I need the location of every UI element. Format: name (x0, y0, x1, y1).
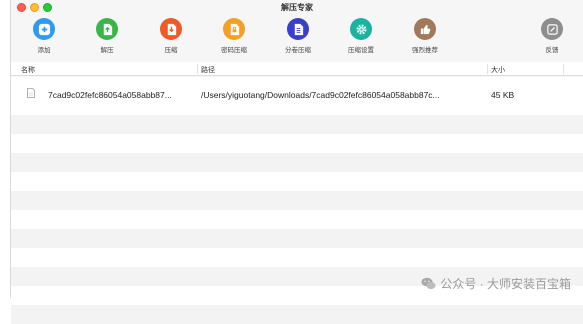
extract-button[interactable]: 解压 (85, 18, 129, 54)
file-list: 7cad9c02fefc86054a058abb87... /Users/yig… (11, 77, 583, 324)
recommend-label: 强烈推荐 (412, 47, 438, 54)
empty-row (11, 172, 583, 191)
thumbs-up-icon (414, 18, 436, 40)
column-header-size[interactable]: 大小 (491, 65, 505, 75)
compress-settings-label: 压缩设置 (348, 47, 374, 54)
table-row[interactable]: 7cad9c02fefc86054a058abb87... /Users/yig… (11, 77, 583, 115)
recommend-button[interactable]: 强烈推荐 (403, 18, 447, 54)
file-path: /Users/yiguotang/Downloads/7cad9c02fefc8… (201, 90, 440, 100)
split-icon (287, 18, 309, 40)
compress-icon (160, 18, 182, 40)
empty-row (11, 153, 583, 172)
column-divider[interactable] (487, 64, 488, 74)
window-title: 解压专家 (281, 3, 313, 12)
lock-icon (223, 18, 245, 40)
split-compress-button[interactable]: 分卷压缩 (276, 18, 320, 54)
column-header-path[interactable]: 路径 (201, 65, 215, 75)
split-compress-label: 分卷压缩 (285, 47, 311, 54)
title-bar: 解压专家 (11, 0, 583, 16)
extract-icon (96, 18, 118, 40)
empty-row (11, 210, 583, 229)
column-header-name[interactable]: 名称 (21, 65, 35, 75)
add-label: 添加 (37, 47, 51, 54)
column-divider[interactable] (197, 64, 198, 74)
file-icon (27, 88, 35, 98)
password-compress-button[interactable]: 密码压缩 (212, 18, 256, 54)
feedback-button[interactable]: 反馈 (530, 18, 574, 54)
empty-row (11, 305, 583, 324)
feedback-label: 反馈 (545, 47, 559, 54)
wechat-icon (421, 277, 436, 290)
extract-label: 解压 (100, 47, 114, 54)
gear-icon (350, 18, 372, 40)
watermark-text: 公众号 · 大师安装百宝箱 (440, 277, 571, 291)
app-window: 解压专家 添加 解压 压缩 密码压缩 分卷压缩 压缩设置 强烈推荐 反馈 名称 … (10, 0, 583, 324)
empty-row (11, 229, 583, 248)
compress-button[interactable]: 压缩 (149, 18, 193, 54)
add-button[interactable]: 添加 (22, 18, 66, 54)
table-header: 名称 路径 大小 (11, 62, 583, 76)
toolbar: 添加 解压 压缩 密码压缩 分卷压缩 压缩设置 强烈推荐 反馈 (11, 16, 583, 62)
empty-row (11, 134, 583, 153)
plus-icon (33, 18, 55, 40)
compress-settings-button[interactable]: 压缩设置 (339, 18, 383, 54)
column-divider[interactable] (563, 64, 564, 74)
feedback-icon (541, 18, 563, 40)
compress-label: 压缩 (164, 47, 178, 54)
empty-row (11, 115, 583, 134)
empty-row (11, 248, 583, 267)
watermark: 公众号 · 大师安装百宝箱 (421, 275, 571, 292)
file-name: 7cad9c02fefc86054a058abb87... (48, 90, 172, 100)
empty-row (11, 191, 583, 210)
password-compress-label: 密码压缩 (221, 47, 247, 54)
file-size: 45 KB (491, 90, 515, 100)
